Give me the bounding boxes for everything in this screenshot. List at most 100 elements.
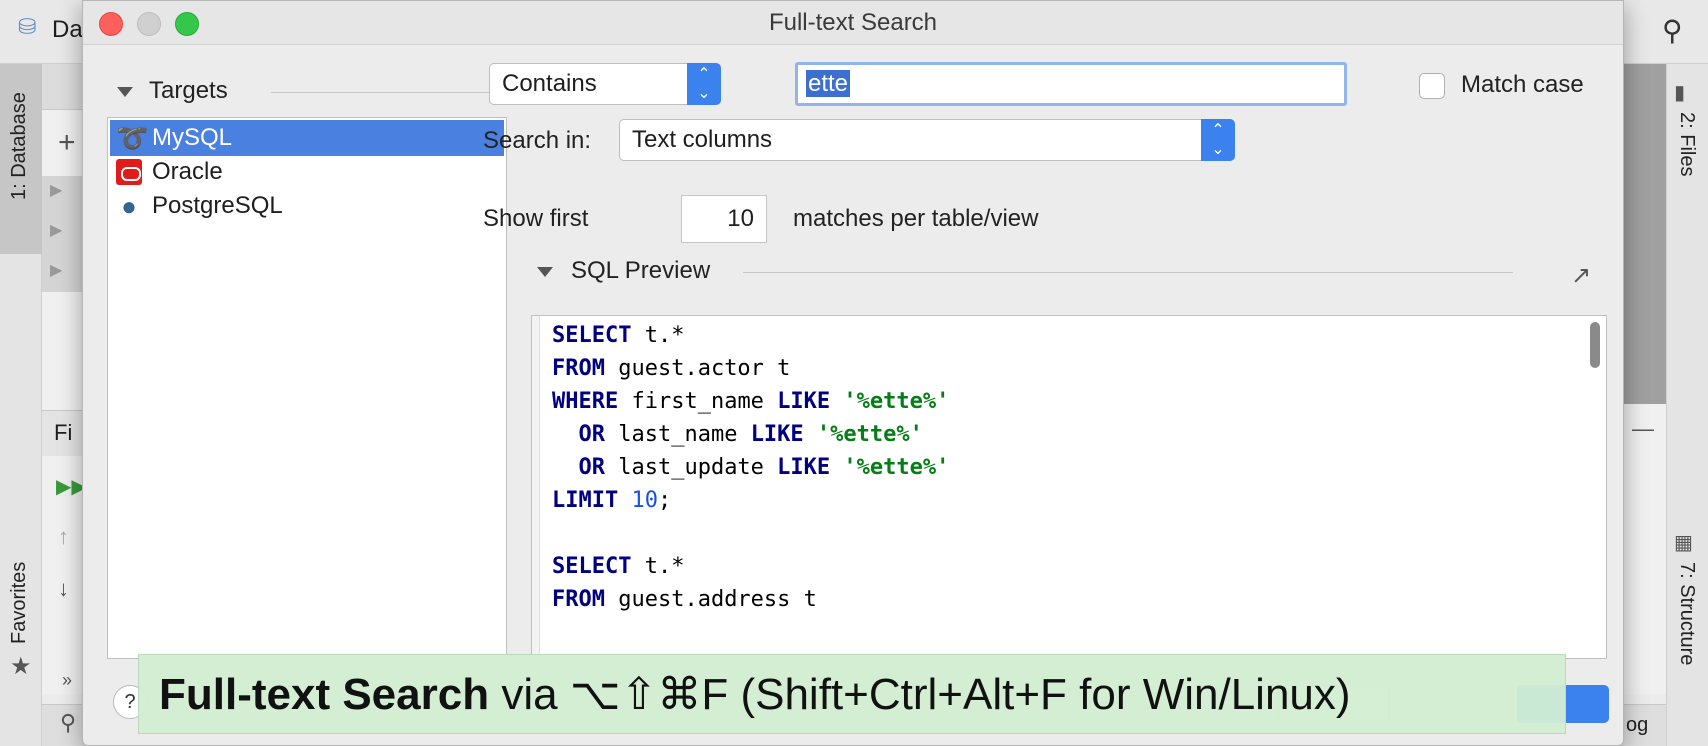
sql-keyword: OR <box>552 422 605 447</box>
collapse-triangle-icon[interactable] <box>117 87 133 97</box>
sql-text: guest.actor t <box>604 356 791 381</box>
editor-area <box>1624 64 1666 404</box>
sql-keyword: SELECT <box>552 554 632 579</box>
search-icon[interactable]: ⚲ <box>60 710 76 736</box>
find-panel-title: Fi <box>54 420 73 445</box>
search-in-value: Text columns <box>632 126 773 153</box>
sql-text: first_name <box>618 389 778 414</box>
dialog-title: Full-text Search <box>768 9 938 36</box>
postgresql-elephant-icon: ● <box>121 191 137 221</box>
caption-text: Full-text Search via ⌥⇧⌘F (Shift+Ctrl+Al… <box>159 665 1351 725</box>
sql-text: last_name <box>604 422 751 447</box>
match-case-label[interactable]: Match case <box>1461 71 1584 99</box>
targets-section-header[interactable]: Targets <box>113 75 535 109</box>
select-stepper-icon[interactable]: ⌃ ⌄ <box>687 63 721 105</box>
targets-label: Targets <box>149 77 228 104</box>
sql-line: SELECT t.* <box>552 318 684 354</box>
sql-text: t.* <box>631 554 685 579</box>
sql-line: LIMIT 10; <box>552 483 671 519</box>
sql-string: '%ette%' <box>843 389 950 414</box>
sql-keyword: LIMIT <box>552 488 619 513</box>
oracle-icon <box>116 159 142 185</box>
sql-keyword: OR <box>552 455 605 480</box>
ide-db-title: Da <box>52 16 83 43</box>
sql-line: FROM guest.actor t <box>552 351 790 387</box>
database-panel-header <box>42 64 84 110</box>
sql-number: 10 <box>631 488 658 513</box>
tree-expand-icon[interactable]: ▶ <box>50 180 62 200</box>
sql-line: WHERE first_name LIKE '%ette%' <box>552 384 949 420</box>
target-item-oracle[interactable]: Oracle <box>110 154 504 190</box>
folder-icon[interactable]: ▮ <box>1674 80 1685 105</box>
search-in-select[interactable]: Text columns ⌃ ⌄ <box>619 119 1235 161</box>
sql-keyword: LIKE <box>777 389 831 414</box>
search-input-value: ette <box>806 70 851 97</box>
star-icon[interactable]: ★ <box>10 652 32 681</box>
sql-line: OR last_update LIKE '%ette%' <box>552 450 949 486</box>
full-text-search-dialog: Full-text Search Targets ➰ MySQL Oracle … <box>82 0 1624 746</box>
dialog-titlebar: Full-text Search <box>83 1 1623 45</box>
sql-keyword: LIKE <box>750 422 804 447</box>
target-item-mysql[interactable]: ➰ MySQL <box>110 120 504 156</box>
files-tool-tab-label[interactable]: 2: Files <box>1675 112 1698 176</box>
more-icon[interactable]: » <box>62 670 72 691</box>
sql-preview-header[interactable]: SQL Preview <box>531 255 1591 289</box>
tree-expand-icon[interactable]: ▶ <box>50 220 62 240</box>
caption-banner: Full-text Search via ⌥⇧⌘F (Shift+Ctrl+Al… <box>138 654 1566 734</box>
structure-tool-tab-label[interactable]: 7: Structure <box>1675 562 1698 665</box>
tree-expand-icon[interactable]: ▶ <box>50 260 62 280</box>
caption-rest: via ⌥⇧⌘F (Shift+Ctrl+Alt+F for Win/Linux… <box>489 670 1351 719</box>
sql-text: guest.address t <box>604 587 817 612</box>
favorites-tool-tab-label[interactable]: Favorites <box>8 562 31 644</box>
show-first-label: Show first <box>483 205 589 232</box>
minimize-icon[interactable]: — <box>1632 416 1654 442</box>
select-stepper-icon[interactable]: ⌃ ⌄ <box>1201 119 1235 161</box>
collapse-triangle-icon[interactable] <box>537 267 553 277</box>
match-mode-value: Contains <box>502 70 597 97</box>
sql-keyword: LIKE <box>777 455 831 480</box>
database-tree-selection <box>42 176 84 292</box>
targets-list[interactable]: ➰ MySQL Oracle ● PostgreSQL <box>107 117 507 659</box>
show-first-input[interactable]: 10 <box>681 195 767 243</box>
sql-text: t.* <box>631 323 685 348</box>
status-bar-text: og <box>1626 714 1649 736</box>
arrow-down-icon[interactable]: ↓ <box>58 576 69 602</box>
search-icon[interactable]: ⚲ <box>1662 14 1683 47</box>
match-case-checkbox[interactable] <box>1419 73 1445 99</box>
sql-preview-editor[interactable]: SELECT t.* FROM guest.actor t WHERE first_… <box>531 315 1607 659</box>
match-mode-select[interactable]: Contains ⌃ ⌄ <box>489 63 721 105</box>
sql-string: '%ette%' <box>843 455 950 480</box>
sql-keyword: FROM <box>552 356 605 381</box>
add-icon[interactable]: + <box>58 126 76 160</box>
editor-lower-area <box>1624 404 1666 694</box>
sql-line: SELECT t.* <box>552 549 684 585</box>
sql-keyword: FROM <box>552 587 605 612</box>
mysql-dolphin-icon: ➰ <box>116 123 149 153</box>
divider <box>743 272 1513 273</box>
target-item-label: Oracle <box>152 158 223 185</box>
target-item-label: MySQL <box>152 124 233 151</box>
sql-text: ; <box>657 488 672 513</box>
sql-keyword: WHERE <box>552 389 619 414</box>
database-icon: ⛁ <box>18 14 37 39</box>
sql-keyword: SELECT <box>552 323 632 348</box>
search-input[interactable]: ette <box>795 62 1347 106</box>
scrollbar-thumb[interactable] <box>1590 322 1600 368</box>
sql-string: '%ette%' <box>816 422 923 447</box>
arrow-up-icon[interactable]: ↑ <box>58 524 69 550</box>
sql-line: FROM guest.address t <box>552 582 817 618</box>
editor-gutter <box>532 316 540 658</box>
target-item-postgresql[interactable]: ● PostgreSQL <box>110 188 504 224</box>
search-in-label: Search in: <box>483 127 592 154</box>
sql-line: OR last_name LIKE '%ette%' <box>552 417 923 453</box>
database-tool-tab-label[interactable]: 1: Database <box>8 92 31 200</box>
structure-icon[interactable]: ▦ <box>1674 530 1693 555</box>
show-first-suffix: matches per table/view <box>793 205 1039 232</box>
open-in-editor-icon[interactable]: ↗ <box>1571 263 1597 289</box>
sql-text: last_update <box>604 455 778 480</box>
caption-bold: Full-text Search <box>159 670 490 719</box>
